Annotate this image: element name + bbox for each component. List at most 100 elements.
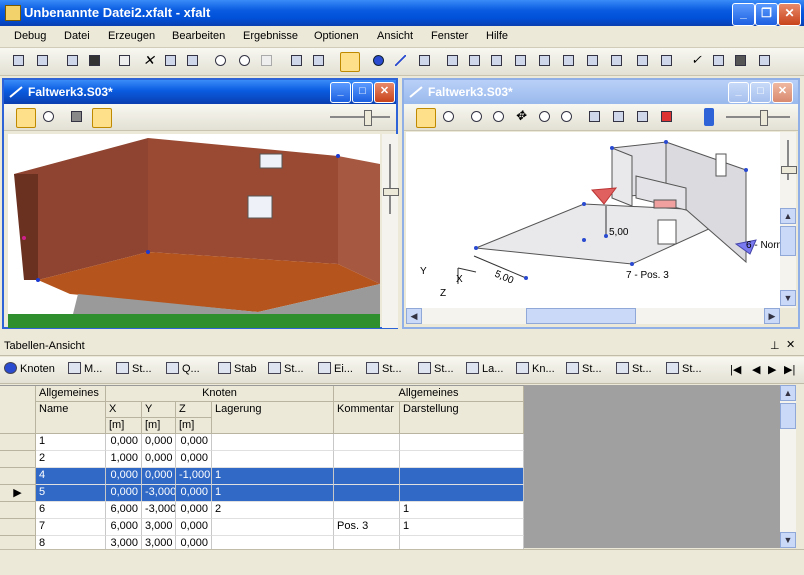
table-cell-x[interactable]: 0,000 — [106, 485, 142, 502]
section-icon[interactable] — [634, 52, 652, 70]
tab-st1[interactable]: St... — [116, 362, 152, 378]
pointer-select-icon[interactable] — [340, 52, 360, 72]
tab-last-button[interactable]: ▶| — [784, 363, 795, 376]
table-cell-z[interactable]: 0,000 — [176, 502, 212, 519]
node-icon[interactable] — [370, 52, 388, 70]
scroll-left-button[interactable]: ◀ — [406, 308, 422, 324]
support-line-icon[interactable] — [560, 52, 578, 70]
column-header-darstellung[interactable]: Darstellung — [400, 402, 524, 434]
new-file-icon[interactable] — [10, 52, 28, 70]
close-panel-icon[interactable]: ✕ — [786, 338, 795, 351]
tab-next-button[interactable]: ▶ — [768, 363, 776, 376]
right-toolbar-overflow-icon[interactable] — [704, 108, 714, 126]
tab-st7[interactable]: St... — [666, 362, 702, 378]
table-cell-name[interactable]: 4 — [36, 468, 106, 485]
scroll-up-button[interactable]: ▲ — [780, 208, 796, 224]
menu-fenster[interactable]: Fenster — [431, 30, 468, 42]
row-header[interactable]: ▶ — [0, 485, 36, 502]
view-top-icon[interactable] — [658, 108, 676, 126]
table-cell-name[interactable]: 6 — [36, 502, 106, 519]
table-cell-z[interactable]: 0,000 — [176, 434, 212, 451]
table-cell-kommentar[interactable] — [334, 485, 400, 502]
menu-bearbeiten[interactable]: Bearbeiten — [172, 30, 225, 42]
load-bar-icon[interactable] — [466, 52, 484, 70]
table-cell-x[interactable]: 3,000 — [106, 536, 142, 549]
row-header[interactable] — [0, 434, 36, 451]
right-3d-viewport[interactable]: 5,00 5,00 7 - Pos. 3 6 - Norm Y X Z — [406, 132, 780, 312]
table-cell-lagerung[interactable]: 1 — [212, 468, 334, 485]
left-view-vertical-slider[interactable] — [382, 134, 399, 328]
menu-erzeugen[interactable]: Erzeugen — [108, 30, 155, 42]
menu-datei[interactable]: Datei — [64, 30, 90, 42]
table-cell-z[interactable]: 0,000 — [176, 451, 212, 468]
table-cell-x[interactable]: 6,000 — [106, 519, 142, 536]
tab-st6[interactable]: St... — [616, 362, 652, 378]
redo-disabled-icon[interactable] — [258, 52, 276, 70]
row-header[interactable] — [0, 451, 36, 468]
table-cell-darstellung[interactable] — [400, 434, 524, 451]
undo-icon[interactable] — [212, 52, 230, 70]
table-cell-name[interactable]: 7 — [36, 519, 106, 536]
view-iso-icon[interactable] — [586, 108, 604, 126]
column-header-y[interactable]: Y — [142, 402, 176, 418]
table-cell-y[interactable]: 0,000 — [142, 468, 176, 485]
scroll-right-button[interactable]: ▶ — [764, 308, 780, 324]
tab-st4[interactable]: St... — [418, 362, 454, 378]
tab-st5[interactable]: St... — [566, 362, 602, 378]
load-area-icon[interactable] — [512, 52, 530, 70]
scroll-thumb[interactable] — [780, 403, 796, 429]
left-view-maximize-button[interactable]: □ — [352, 82, 373, 103]
right-view-minimize-button[interactable]: _ — [728, 82, 749, 103]
toolbar-overflow-icon[interactable] — [786, 52, 798, 70]
tab-prev-button[interactable]: ◀ — [752, 363, 760, 376]
menu-optionen[interactable]: Optionen — [314, 30, 359, 42]
table-cell-kommentar[interactable] — [334, 468, 400, 485]
right-view-zoom-slider[interactable] — [726, 110, 790, 126]
support-area-icon[interactable] — [584, 52, 602, 70]
paste-icon[interactable] — [184, 52, 202, 70]
save-icon[interactable] — [86, 52, 104, 70]
column-header-lagerung[interactable]: Lagerung — [212, 402, 334, 434]
delete-icon[interactable]: ✕ — [140, 52, 158, 70]
tab-lastfall[interactable]: La... — [466, 362, 503, 378]
table-cell-darstellung[interactable] — [400, 485, 524, 502]
table-cell-name[interactable]: 5 — [36, 485, 106, 502]
table-cell-x[interactable]: 6,000 — [106, 502, 142, 519]
left-view-minimize-button[interactable]: _ — [330, 82, 351, 103]
row-header[interactable] — [0, 502, 36, 519]
table-cell-y[interactable]: 3,000 — [142, 536, 176, 549]
table-cell-lagerung[interactable]: 2 — [212, 502, 334, 519]
table-cell-name[interactable]: 8 — [36, 536, 106, 549]
right-view-horizontal-scrollbar[interactable]: ◀ ▶ — [406, 308, 780, 324]
zoom-window-icon[interactable] — [468, 108, 486, 126]
view-cube-dropdown-icon[interactable] — [310, 52, 336, 70]
view-home-icon[interactable] — [634, 108, 652, 126]
table-cell-lagerung[interactable] — [212, 519, 334, 536]
menu-hilfe[interactable]: Hilfe — [486, 30, 508, 42]
tab-st3[interactable]: St... — [366, 362, 402, 378]
table-cell-kommentar[interactable]: Pos. 3 — [334, 519, 400, 536]
table-cell-darstellung[interactable]: 1 — [400, 502, 524, 519]
rotate-view-icon[interactable] — [40, 108, 58, 126]
table-vertical-scrollbar[interactable]: ▲ ▼ — [780, 385, 796, 548]
properties-icon[interactable] — [288, 52, 306, 70]
tab-knoten[interactable]: Knoten — [4, 362, 55, 378]
column-header-x[interactable]: X — [106, 402, 142, 418]
zoom-out-icon[interactable] — [558, 108, 576, 126]
left-view-close-button[interactable]: ✕ — [374, 82, 395, 103]
display-icon[interactable] — [732, 52, 750, 70]
right-view-vertical-scrollbar[interactable]: ▲ ▼ — [780, 132, 797, 308]
table-cell-y[interactable]: -3,000 — [142, 485, 176, 502]
scroll-thumb[interactable] — [780, 226, 796, 256]
hinge-icon[interactable] — [608, 52, 626, 70]
table-cell-darstellung[interactable] — [400, 536, 524, 549]
table-cell-z[interactable]: 0,000 — [176, 485, 212, 502]
table-cell-darstellung[interactable]: 1 — [400, 519, 524, 536]
lasso-icon[interactable] — [116, 52, 134, 70]
table-cell-kommentar[interactable] — [334, 536, 400, 549]
table-cell-kommentar[interactable] — [334, 451, 400, 468]
table-cell-z[interactable]: 0,000 — [176, 536, 212, 549]
menu-ansicht[interactable]: Ansicht — [377, 30, 413, 42]
scroll-thumb[interactable] — [526, 308, 636, 324]
tab-material[interactable]: M... — [68, 362, 102, 378]
